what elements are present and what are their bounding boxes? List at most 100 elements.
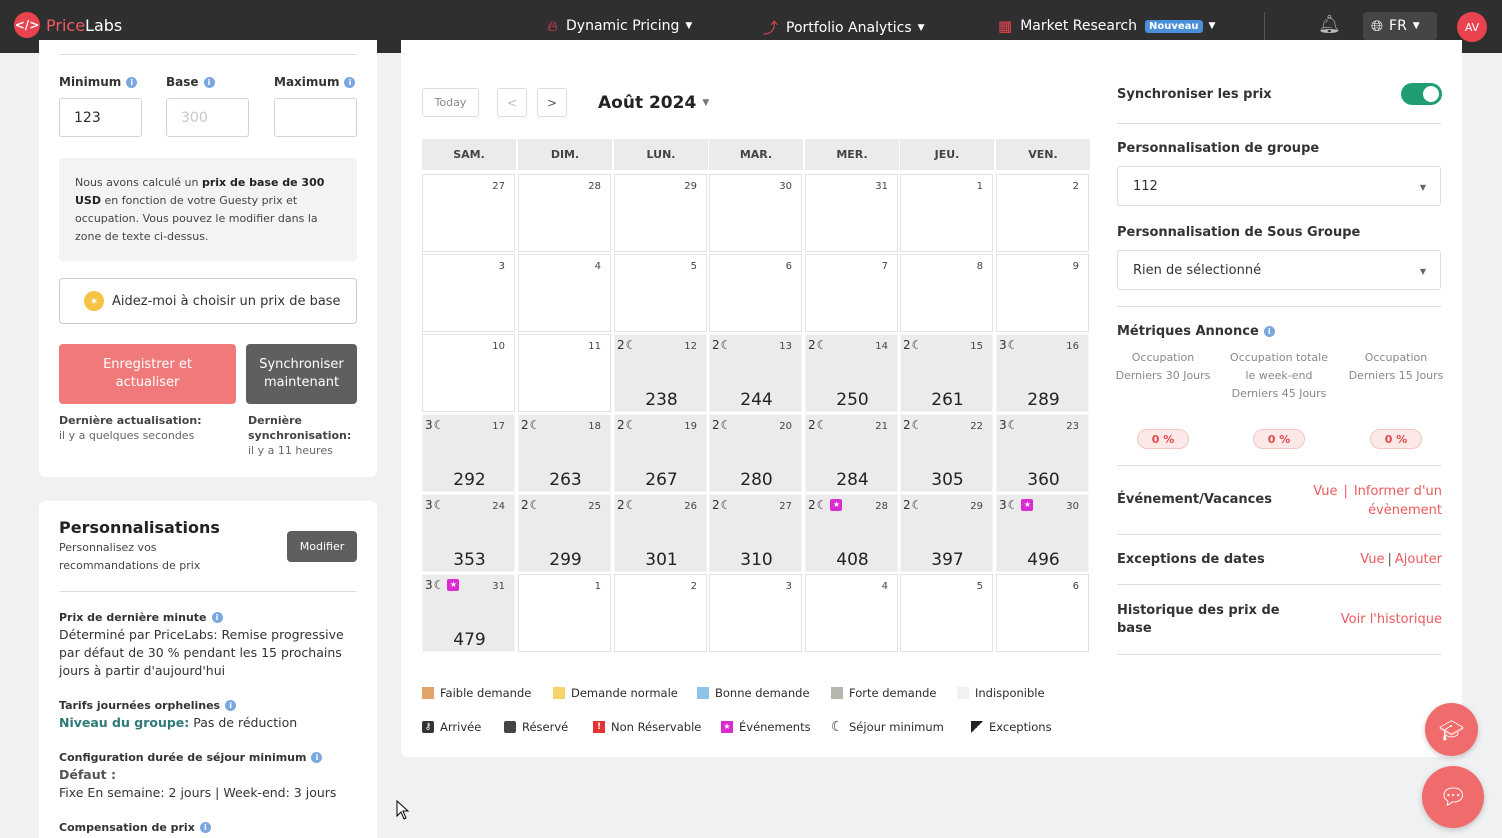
calendar-day-cell[interactable]: 3 xyxy=(422,254,515,332)
calendar-day-cell[interactable]: 10 xyxy=(422,334,515,412)
nav-portfolio-analytics[interactable]: ⤴ Portfolio Analytics ▼ xyxy=(763,17,925,38)
prev-month-button[interactable]: < xyxy=(497,88,527,117)
calendar-day-cell[interactable]: 30 3 ☾ ★ 496 xyxy=(996,494,1089,572)
group-select[interactable]: 112 ▼ xyxy=(1117,166,1441,206)
calendar-day-cell[interactable]: 5 xyxy=(614,254,707,332)
sync-prices-toggle[interactable] xyxy=(1401,83,1442,105)
calendar-day-cell[interactable]: 8 xyxy=(900,254,993,332)
min-stay-indicator: 3 ☾ ★ xyxy=(425,578,460,592)
min-stay-text: Fixe En semaine: 2 jours | Week-end: 3 j… xyxy=(59,785,337,800)
min-stay-indicator: 2 ☾ xyxy=(712,498,732,512)
key-icon: ⚷ xyxy=(422,721,434,733)
chat-button[interactable]: 💬︎ xyxy=(1422,766,1484,828)
add-exception-link[interactable]: Ajouter xyxy=(1395,552,1442,567)
info-icon[interactable]: i xyxy=(311,752,323,763)
info-icon[interactable]: i xyxy=(199,822,211,833)
calendar-day-cell[interactable]: 9 xyxy=(996,254,1089,332)
calendar-day-cell[interactable]: 21 2 ☾ 284 xyxy=(805,414,898,492)
metric-value-badge: 0 % xyxy=(1253,429,1305,449)
calendar-day-cell[interactable]: 15 2 ☾ 261 xyxy=(900,334,993,412)
month-selector[interactable]: Août 2024 ▼ xyxy=(598,93,709,113)
calendar-day-cell[interactable]: 5 xyxy=(900,574,993,652)
calendar-day-cell[interactable]: 6 xyxy=(709,254,802,332)
modify-button[interactable]: Modifier xyxy=(287,531,357,562)
language-selector[interactable]: 🌐︎ FR ▼ xyxy=(1363,12,1437,40)
info-icon[interactable]: i xyxy=(344,76,356,88)
calendar-day-cell[interactable]: 3 xyxy=(709,574,802,652)
calendar-day-cell[interactable]: 4 xyxy=(805,574,898,652)
calendar-day-cell[interactable]: 11 xyxy=(518,334,611,412)
base-price-input[interactable]: 300 xyxy=(166,98,249,137)
calendar-day-cell[interactable]: 25 2 ☾ 299 xyxy=(518,494,611,572)
day-number: 9 xyxy=(1072,261,1079,272)
min-stay-indicator: 2 ☾ xyxy=(712,338,732,352)
day-price: 280 xyxy=(740,470,773,490)
calendar-day-cell[interactable]: 27 xyxy=(422,174,515,252)
bell-icon[interactable]: 🔔︎ xyxy=(1318,14,1341,35)
nav-market-research[interactable]: ▦ Market Research Nouveau ▼ xyxy=(998,17,1215,35)
exceptions-view-link[interactable]: Vue xyxy=(1360,552,1384,567)
event-star-icon[interactable]: ★ xyxy=(1021,499,1034,511)
calendar-day-cell[interactable]: 2 xyxy=(996,174,1089,252)
calendar-day-cell[interactable]: 29 2 ☾ 397 xyxy=(900,494,993,572)
min-price-input[interactable]: 123 xyxy=(59,98,142,137)
calendar-day-cell[interactable]: 12 2 ☾ 238 xyxy=(614,334,707,412)
info-icon[interactable]: i xyxy=(126,76,138,88)
calendar-day-cell[interactable]: 1 xyxy=(518,574,611,652)
calendar-day-cell[interactable]: 17 3 ☾ 292 xyxy=(422,414,515,492)
info-icon[interactable]: i xyxy=(211,612,223,623)
next-month-button[interactable]: > xyxy=(537,88,567,117)
chevron-down-icon: ▼ xyxy=(702,98,710,108)
calendar-day-cell[interactable]: 14 2 ☾ 250 xyxy=(805,334,898,412)
calendar-day-cell[interactable]: 19 2 ☾ 267 xyxy=(614,414,707,492)
avatar[interactable]: AV xyxy=(1457,12,1487,42)
calendar-day-cell[interactable]: 26 2 ☾ 301 xyxy=(614,494,707,572)
calendar-day-cell[interactable]: 7 xyxy=(805,254,898,332)
calendar-day-cell[interactable]: 2 xyxy=(614,574,707,652)
pricelabs-logo[interactable]: </> PriceLabs xyxy=(14,12,122,38)
calendar-day-cell[interactable]: 31 3 ☾ ★ 479 xyxy=(422,574,515,652)
max-price-input[interactable] xyxy=(274,98,357,137)
calendar-day-cell[interactable]: 18 2 ☾ 263 xyxy=(518,414,611,492)
today-button[interactable]: Today xyxy=(422,88,479,117)
calendar-day-cell[interactable]: 29 xyxy=(614,174,707,252)
inform-event-link[interactable]: Informer d'un évènement xyxy=(1354,484,1442,518)
info-icon[interactable]: i xyxy=(203,76,215,88)
sync-now-button[interactable]: Synchroniser maintenant xyxy=(246,344,357,404)
calendar-day-cell[interactable]: 22 2 ☾ 305 xyxy=(900,414,993,492)
chevron-down-icon: ▼ xyxy=(685,21,693,31)
calendar-day-cell[interactable]: 24 3 ☾ 353 xyxy=(422,494,515,572)
day-number: 30 xyxy=(779,181,792,192)
calendar-day-cell[interactable]: 31 xyxy=(805,174,898,252)
calendar-day-cell[interactable]: 13 2 ☾ 244 xyxy=(709,334,802,412)
day-price: 299 xyxy=(549,550,582,570)
day-number: 29 xyxy=(684,181,697,192)
divider xyxy=(1117,123,1441,124)
info-icon[interactable]: i xyxy=(225,700,237,711)
calendar-day-cell[interactable]: 30 xyxy=(709,174,802,252)
academy-button[interactable]: 🎓︎ xyxy=(1425,703,1478,756)
calendar-day-cell[interactable]: 28 xyxy=(518,174,611,252)
calendar-day-cell[interactable]: 6 xyxy=(996,574,1089,652)
calendar-day-cell[interactable]: 23 3 ☾ 360 xyxy=(996,414,1089,492)
event-star-icon[interactable]: ★ xyxy=(830,499,843,511)
calendar-day-cell[interactable]: 20 2 ☾ 280 xyxy=(709,414,802,492)
calendar-day-cell[interactable]: 28 2 ☾ ★ 408 xyxy=(805,494,898,572)
info-icon[interactable]: i xyxy=(1263,326,1275,337)
calendar-day-cell[interactable]: 27 2 ☾ 310 xyxy=(709,494,802,572)
event-star-icon[interactable]: ★ xyxy=(447,579,460,591)
legend-swatch xyxy=(553,687,565,699)
group-label: Personnalisation de groupe xyxy=(1117,141,1320,156)
save-refresh-button[interactable]: Enregistrer et actualiser xyxy=(59,344,236,404)
moon-icon: ☾ xyxy=(1007,338,1019,352)
view-history-link[interactable]: Voir l'historique xyxy=(1341,612,1442,627)
subgroup-select[interactable]: Rien de sélectionné ▼ xyxy=(1117,250,1441,290)
calendar-day-cell[interactable]: 1 xyxy=(900,174,993,252)
day-number: 13 xyxy=(779,341,792,352)
nav-dynamic-pricing[interactable]: 🔥︎ Dynamic Pricing ▼ xyxy=(547,17,692,35)
calendar-day-cell[interactable]: 4 xyxy=(518,254,611,332)
events-view-link[interactable]: Vue xyxy=(1313,484,1337,499)
orphan-days-text: Niveau du groupe: Pas de réduction xyxy=(59,715,298,730)
calendar-day-cell[interactable]: 16 3 ☾ 289 xyxy=(996,334,1089,412)
help-choose-base-price-button[interactable]: ✶ Aidez-moi à choisir un prix de base xyxy=(59,278,357,324)
